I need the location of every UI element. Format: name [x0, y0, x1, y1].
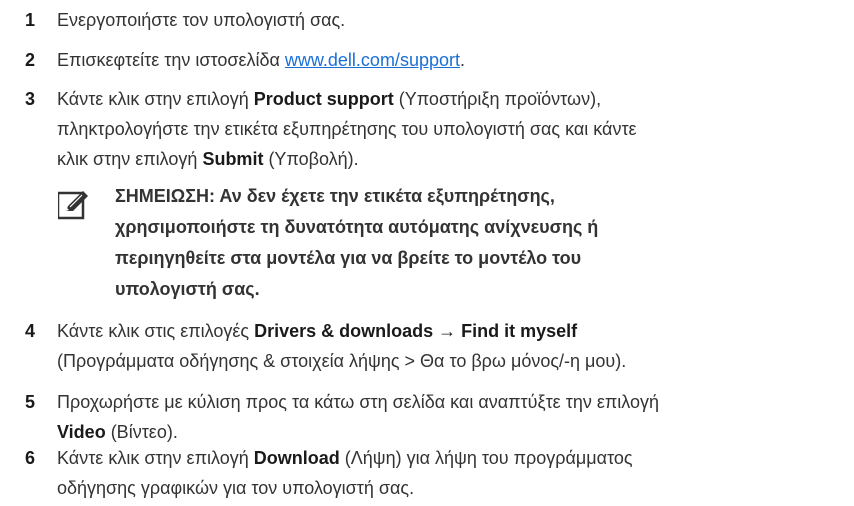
submit-term: Submit — [202, 149, 264, 169]
step-number: 1 — [25, 10, 36, 30]
text-segment: (Βίντεο). — [105, 422, 178, 442]
step-6: 6 Κάντε κλικ στην επιλογή Download (Λήψη… — [0, 443, 854, 505]
step-1-text: Ενεργοποιήστε τον υπολογιστή σας. — [57, 10, 346, 30]
text-segment: (Υποστήριξη προϊόντων), — [393, 89, 602, 109]
step-text: Κάντε κλικ στις επιλογές Drivers & downl… — [57, 316, 847, 376]
note-line: περιηγηθείτε στα μοντέλα για να βρείτε τ… — [115, 248, 582, 268]
step-number: 3 — [25, 89, 36, 109]
step-4-line-1: Κάντε κλικ στις επιλογές Drivers & downl… — [57, 316, 847, 346]
product-support-term: Product support — [253, 89, 394, 109]
step-6-line-2: οδήγησης γραφικών για τον υπολογιστή σας… — [57, 478, 415, 498]
step-1: 1 Ενεργοποιήστε τον υπολογιστή σας. — [0, 5, 854, 35]
step-text: Ενεργοποιήστε τον υπολογιστή σας. — [57, 5, 847, 35]
step-number: 5 — [25, 392, 36, 412]
step-2-prefix: Επισκεφτείτε την ιστοσελίδα — [57, 50, 285, 70]
note-line: υπολογιστή σας. — [115, 279, 260, 299]
text-segment: Κάντε κλικ στις επιλογές — [57, 321, 255, 341]
step-text: Προχωρήστε με κύλιση προς τα κάτω στη σε… — [57, 387, 847, 447]
video-term: Video — [57, 422, 106, 442]
step-2: 2 Επισκεφτείτε την ιστοσελίδα www.dell.c… — [0, 45, 854, 75]
text-segment: κλικ στην επιλογή — [57, 149, 203, 169]
drivers-downloads-term: Drivers & downloads → Find it myself — [254, 321, 578, 341]
text-segment: Κάντε κλικ στην επιλογή — [57, 89, 254, 109]
step-4: 4 Κάντε κλικ στις επιλογές Drivers & dow… — [0, 316, 854, 378]
step-text: Κάντε κλικ στην επιλογή Product support … — [57, 84, 847, 174]
step-6-line-1: Κάντε κλικ στην επιλογή Download (Λήψη) … — [57, 443, 847, 473]
note-callout: ΣΗΜΕΙΩΣΗ: Αν δεν έχετε την ετικέτα εξυπη… — [56, 181, 838, 307]
text-segment: (Υποβολή). — [263, 149, 359, 169]
text-segment: Κάντε κλικ στην επιλογή — [57, 448, 254, 468]
step-number: 2 — [25, 50, 36, 70]
text-segment: (Λήψη) για λήψη του προγράμματος — [339, 448, 633, 468]
pencil-note-icon — [56, 189, 90, 221]
step-3-line-1: Κάντε κλικ στην επιλογή Product support … — [57, 84, 847, 114]
step-text: Κάντε κλικ στην επιλογή Download (Λήψη) … — [57, 443, 847, 503]
note-line: χρησιμοποιήστε τη δυνατότητα αυτόματης α… — [115, 217, 599, 237]
step-5: 5 Προχωρήστε με κύλιση προς τα κάτω στη … — [0, 387, 854, 449]
download-term: Download — [253, 448, 340, 468]
step-3-line-2: πληκτρολογήστε την ετικέτα εξυπηρέτησης … — [57, 119, 637, 139]
step-3: 3 Κάντε κλικ στην επιλογή Product suppor… — [0, 84, 854, 179]
step-number: 4 — [25, 321, 36, 341]
step-2-suffix: . — [459, 50, 465, 70]
note-text: ΣΗΜΕΙΩΣΗ: Αν δεν έχετε την ετικέτα εξυπη… — [115, 181, 815, 305]
step-4-line-2: (Προγράμματα οδήγησης & στοιχεία λήψης >… — [57, 351, 627, 371]
step-number: 6 — [25, 448, 36, 468]
step-3-line-3: κλικ στην επιλογή Submit (Υποβολή). — [57, 144, 847, 174]
dell-support-link[interactable]: www.dell.com/support — [285, 50, 460, 70]
step-5-line-1: Προχωρήστε με κύλιση προς τα κάτω στη σε… — [57, 392, 660, 412]
step-text: Επισκεφτείτε την ιστοσελίδα www.dell.com… — [57, 45, 847, 75]
note-line: ΣΗΜΕΙΩΣΗ: Αν δεν έχετε την ετικέτα εξυπη… — [115, 186, 555, 206]
